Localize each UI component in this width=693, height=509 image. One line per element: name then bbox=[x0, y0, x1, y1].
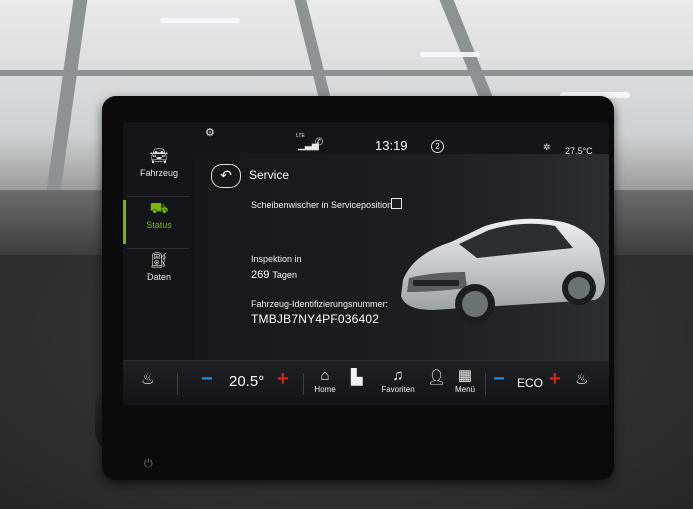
power-button[interactable]: ⏻ bbox=[144, 458, 155, 471]
vin-value: TMBJB7NY4PF036402 bbox=[251, 312, 380, 326]
clock: 13:19 bbox=[375, 138, 408, 153]
seat-heat-right-button[interactable]: ♨ bbox=[575, 371, 588, 389]
favorites-button[interactable]: ♫ Favoriten bbox=[381, 367, 415, 394]
back-arrow-icon: ↶ bbox=[220, 167, 232, 183]
right-mode-up-button[interactable]: + bbox=[549, 368, 561, 391]
seat-heat-icon: ♨ bbox=[141, 371, 155, 388]
car-icon: 🚘︎ bbox=[149, 148, 169, 165]
nav-divider bbox=[127, 248, 189, 249]
network-label: LTE bbox=[296, 133, 305, 139]
nav-item-daten[interactable]: ⛽︎ Daten bbox=[123, 252, 195, 296]
favorites-label: Favoriten bbox=[381, 385, 415, 394]
climate-fan-icon[interactable]: ✲ bbox=[543, 142, 551, 153]
active-indicator bbox=[123, 200, 126, 244]
divider bbox=[177, 373, 178, 395]
seat-heat-left-button[interactable]: ♨ bbox=[141, 371, 154, 389]
service-page: ↶ Service Scheibenwischer in Serviceposi… bbox=[195, 154, 609, 360]
divider bbox=[303, 373, 304, 395]
seat-heat-icon: ♨ bbox=[575, 371, 589, 388]
nav-item-fahrzeug[interactable]: 🚘︎ Fahrzeug bbox=[123, 148, 195, 192]
nav-item-label: Status bbox=[146, 220, 172, 230]
home-icon: ⌂ bbox=[320, 367, 330, 384]
bottom-bar: ♨ − 20.5° + ⌂ Home ▙ ♫ Favoriten 👤︎ ▦ Me… bbox=[123, 360, 609, 405]
menu-button[interactable]: ▦ Menü bbox=[453, 367, 477, 394]
nav-item-label: Daten bbox=[146, 272, 172, 282]
car-status-icon: ⛟ bbox=[149, 200, 169, 217]
infotainment-screen: ⚙ LTE ▁▃▅ ✆ 13:19 2 ✲ AUTO 27.5°C 🚘︎ Fah… bbox=[123, 122, 609, 405]
power-icon: ⏻ bbox=[144, 458, 153, 470]
nav-item-status[interactable]: ⛟ Status bbox=[123, 200, 195, 244]
fuel-data-icon: ⛽︎ bbox=[149, 252, 169, 269]
inspection-label: Inspektion in bbox=[251, 254, 302, 264]
divider bbox=[485, 373, 486, 395]
ceiling-light bbox=[160, 18, 240, 23]
grid-menu-icon: ▦ bbox=[457, 367, 473, 384]
apps-shortcut-button[interactable]: ▙ bbox=[351, 369, 363, 387]
menu-label: Menü bbox=[454, 385, 475, 394]
home-button[interactable]: ⌂ Home bbox=[313, 367, 337, 394]
page-title: Service bbox=[249, 168, 290, 182]
vehicle-illustration bbox=[401, 218, 605, 324]
left-temperature: 20.5° bbox=[229, 373, 265, 390]
inspection-days: 269 bbox=[251, 269, 270, 281]
ceiling-beam bbox=[0, 70, 693, 76]
wiper-service-label: Scheibenwischer in Serviceposition bbox=[251, 200, 393, 210]
side-nav: 🚘︎ Fahrzeug ⛟ Status ⛽︎ Daten bbox=[123, 140, 195, 360]
back-button[interactable]: ↶ bbox=[211, 164, 241, 188]
apps-icon: ▙ bbox=[351, 369, 363, 386]
left-temp-down-button[interactable]: − bbox=[201, 368, 213, 391]
person-icon: 👤︎ bbox=[427, 369, 447, 386]
music-note-icon: ♫ bbox=[392, 367, 404, 384]
left-temp-up-button[interactable]: + bbox=[277, 368, 289, 391]
home-label: Home bbox=[314, 385, 336, 394]
climate-mode: ECO bbox=[517, 376, 544, 390]
nav-item-label: Fahrzeug bbox=[139, 168, 179, 178]
status-bar: ⚙ LTE ▁▃▅ ✆ 13:19 2 ✲ AUTO 27.5°C bbox=[123, 122, 609, 158]
ceiling-light bbox=[420, 52, 480, 57]
notification-badge[interactable]: 2 bbox=[431, 140, 444, 153]
inspection-value: 269 Tagen bbox=[251, 269, 297, 281]
phone-icon: ✆ bbox=[315, 137, 324, 148]
settings-gear-icon[interactable]: ⚙ bbox=[205, 126, 215, 139]
nav-divider bbox=[127, 196, 189, 197]
right-mode-down-button[interactable]: − bbox=[493, 368, 505, 391]
vin-label: Fahrzeug-Identifizierungsnummer: bbox=[251, 299, 389, 309]
user-profile-button[interactable]: 👤︎ bbox=[427, 369, 446, 387]
inspection-unit: Tagen bbox=[272, 270, 297, 280]
